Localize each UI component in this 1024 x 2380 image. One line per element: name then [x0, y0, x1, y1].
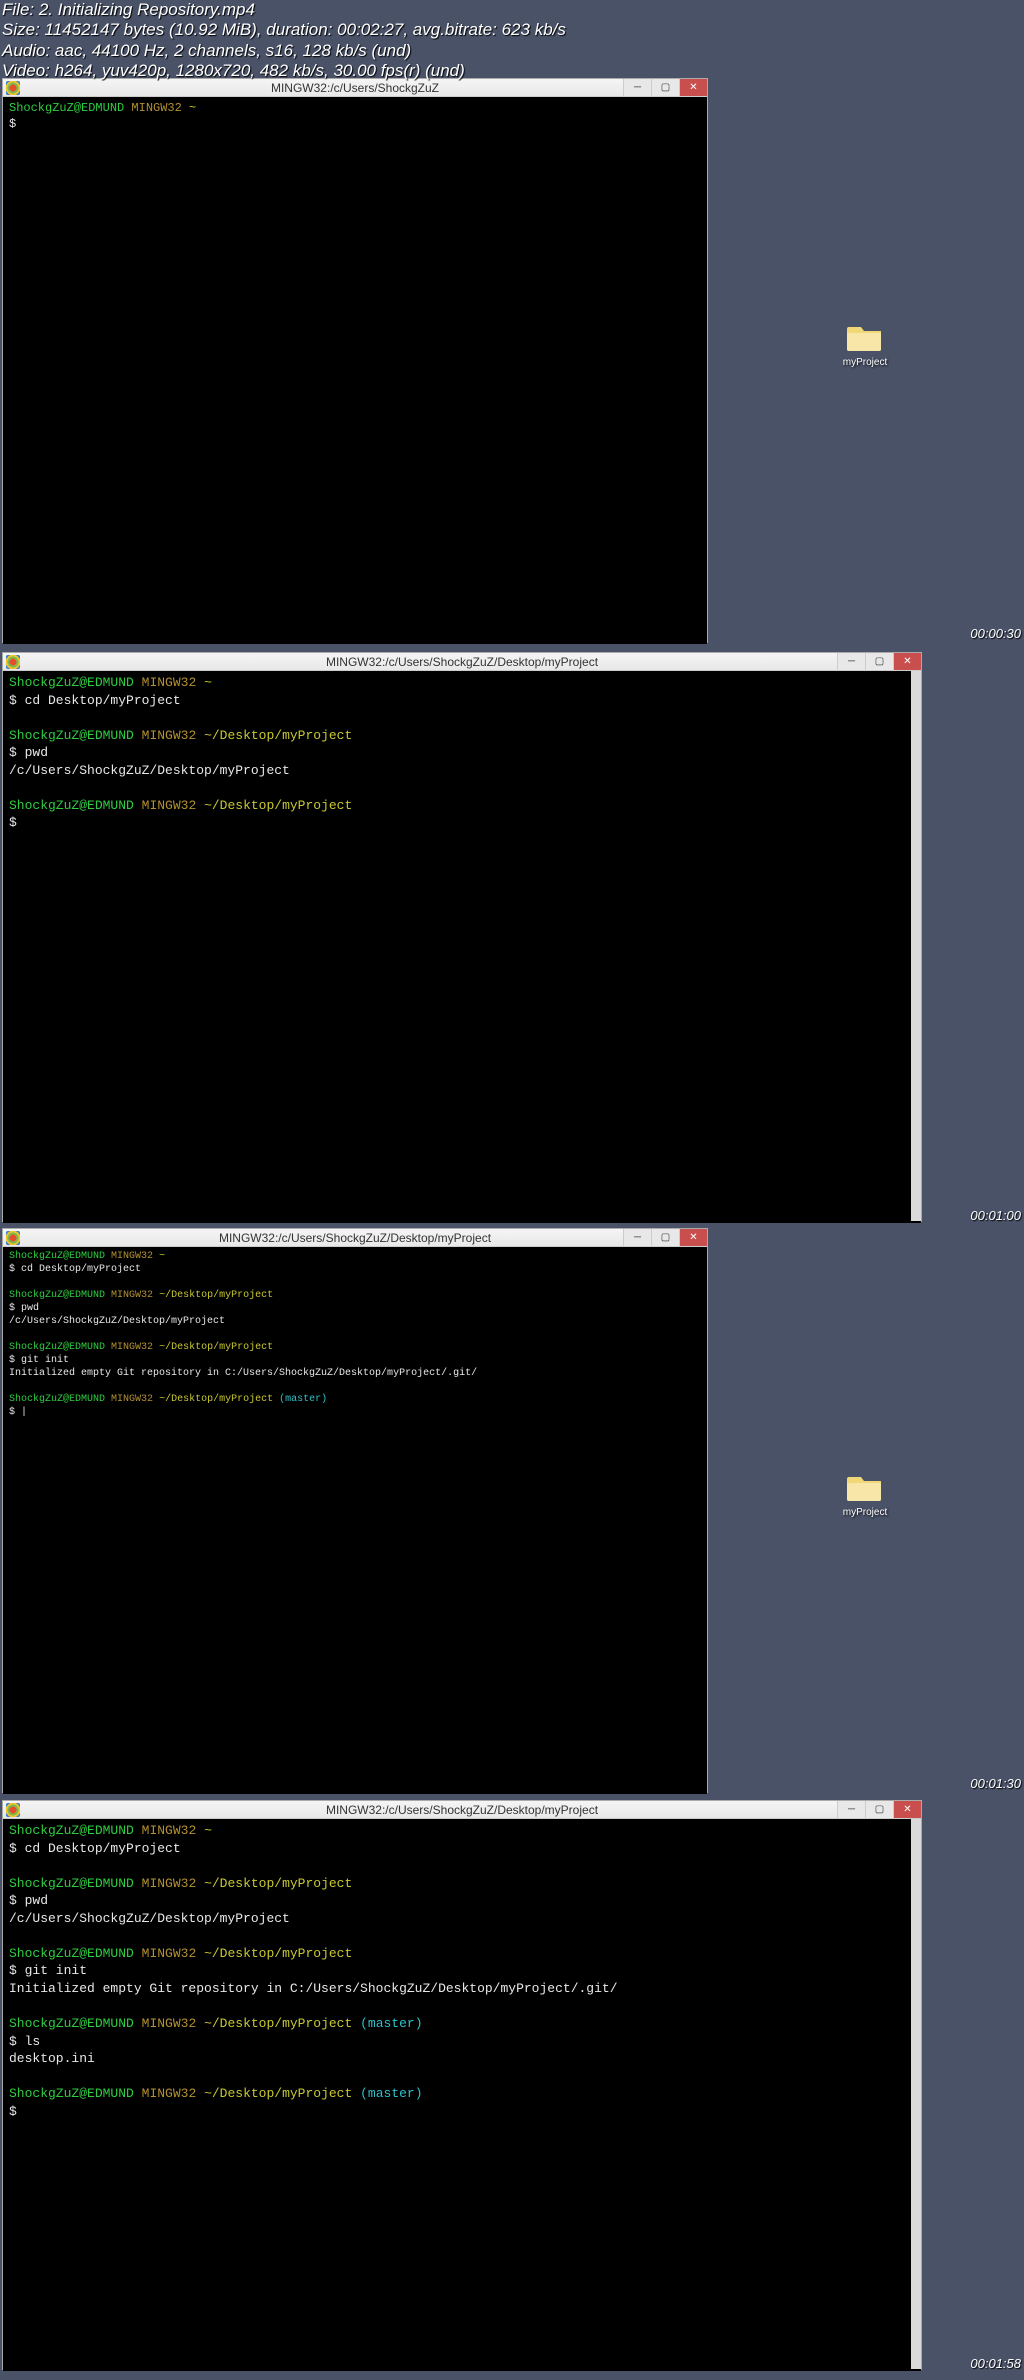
media-audio-line: Audio: aac, 44100 Hz, 2 channels, s16, 1… — [2, 41, 566, 61]
git-bash-icon — [6, 655, 20, 669]
video-frame-3: MINGW32:/c/Users/ShockgZuZ/Desktop/myPro… — [0, 1228, 1024, 1798]
window-controls: ─ ▢ ✕ — [623, 1229, 707, 1246]
frame-timestamp: 00:00:30 — [970, 626, 1021, 641]
media-size-line: Size: 11452147 bytes (10.92 MiB), durati… — [2, 20, 566, 40]
close-button[interactable]: ✕ — [893, 1801, 921, 1818]
minimize-button[interactable]: ─ — [837, 653, 865, 670]
window-title: MINGW32:/c/Users/ShockgZuZ/Desktop/myPro… — [326, 655, 598, 669]
scrollbar[interactable] — [911, 1819, 921, 2369]
minimize-button[interactable]: ─ — [623, 1229, 651, 1246]
media-file-line: File: 2. Initializing Repository.mp4 — [2, 0, 566, 20]
terminal-body[interactable]: ShockgZuZ@EDMUND MINGW32 ~ $ cd Desktop/… — [3, 1247, 707, 1794]
maximize-button[interactable]: ▢ — [651, 1229, 679, 1246]
terminal-window[interactable]: MINGW32:/c/Users/ShockgZuZ/Desktop/myPro… — [2, 1800, 922, 2370]
window-titlebar[interactable]: MINGW32:/c/Users/ShockgZuZ ─ ▢ ✕ — [3, 79, 707, 97]
git-bash-icon — [6, 1803, 20, 1817]
maximize-button[interactable]: ▢ — [865, 653, 893, 670]
folder-label: myProject — [840, 1507, 890, 1518]
git-bash-icon — [6, 1231, 20, 1245]
desktop-folder-icon[interactable]: myProject — [840, 1472, 890, 1518]
window-controls: ─ ▢ ✕ — [623, 79, 707, 96]
minimize-button[interactable]: ─ — [623, 79, 651, 96]
terminal-body[interactable]: ShockgZuZ@EDMUND MINGW32 ~ $ cd Desktop/… — [3, 1819, 921, 2371]
media-video-line: Video: h264, yuv420p, 1280x720, 482 kb/s… — [2, 61, 566, 81]
media-info-overlay: File: 2. Initializing Repository.mp4 Siz… — [2, 0, 566, 82]
close-button[interactable]: ✕ — [893, 653, 921, 670]
window-title: MINGW32:/c/Users/ShockgZuZ/Desktop/myPro… — [219, 1231, 491, 1245]
close-button[interactable]: ✕ — [679, 1229, 707, 1246]
terminal-body[interactable]: ShockgZuZ@EDMUND MINGW32 ~ $ — [3, 97, 707, 644]
video-frame-1: MINGW32:/c/Users/ShockgZuZ ─ ▢ ✕ ShockgZ… — [0, 78, 1024, 646]
scrollbar[interactable] — [911, 671, 921, 1221]
window-titlebar[interactable]: MINGW32:/c/Users/ShockgZuZ/Desktop/myPro… — [3, 653, 921, 671]
window-controls: ─ ▢ ✕ — [837, 653, 921, 670]
frame-timestamp: 00:01:58 — [970, 2356, 1021, 2371]
terminal-body[interactable]: ShockgZuZ@EDMUND MINGW32 ~ $ cd Desktop/… — [3, 671, 921, 1223]
window-titlebar[interactable]: MINGW32:/c/Users/ShockgZuZ/Desktop/myPro… — [3, 1229, 707, 1247]
folder-label: myProject — [840, 357, 890, 368]
frame-timestamp: 00:01:30 — [970, 1776, 1021, 1791]
minimize-button[interactable]: ─ — [837, 1801, 865, 1818]
terminal-window[interactable]: MINGW32:/c/Users/ShockgZuZ/Desktop/myPro… — [2, 652, 922, 1222]
maximize-button[interactable]: ▢ — [651, 79, 679, 96]
terminal-window[interactable]: MINGW32:/c/Users/ShockgZuZ ─ ▢ ✕ ShockgZ… — [2, 78, 708, 643]
close-button[interactable]: ✕ — [679, 79, 707, 96]
window-title: MINGW32:/c/Users/ShockgZuZ/Desktop/myPro… — [326, 1803, 598, 1817]
window-controls: ─ ▢ ✕ — [837, 1801, 921, 1818]
terminal-window[interactable]: MINGW32:/c/Users/ShockgZuZ/Desktop/myPro… — [2, 1228, 708, 1793]
git-bash-icon — [6, 81, 20, 95]
window-title: MINGW32:/c/Users/ShockgZuZ — [271, 81, 439, 95]
video-frame-2: MINGW32:/c/Users/ShockgZuZ/Desktop/myPro… — [0, 652, 1024, 1228]
folder-icon — [847, 1472, 883, 1502]
desktop-folder-icon[interactable]: myProject — [840, 322, 890, 368]
frame-timestamp: 00:01:00 — [970, 1208, 1021, 1223]
video-frame-4: MINGW32:/c/Users/ShockgZuZ/Desktop/myPro… — [0, 1800, 1024, 2380]
window-titlebar[interactable]: MINGW32:/c/Users/ShockgZuZ/Desktop/myPro… — [3, 1801, 921, 1819]
maximize-button[interactable]: ▢ — [865, 1801, 893, 1818]
folder-icon — [847, 322, 883, 352]
